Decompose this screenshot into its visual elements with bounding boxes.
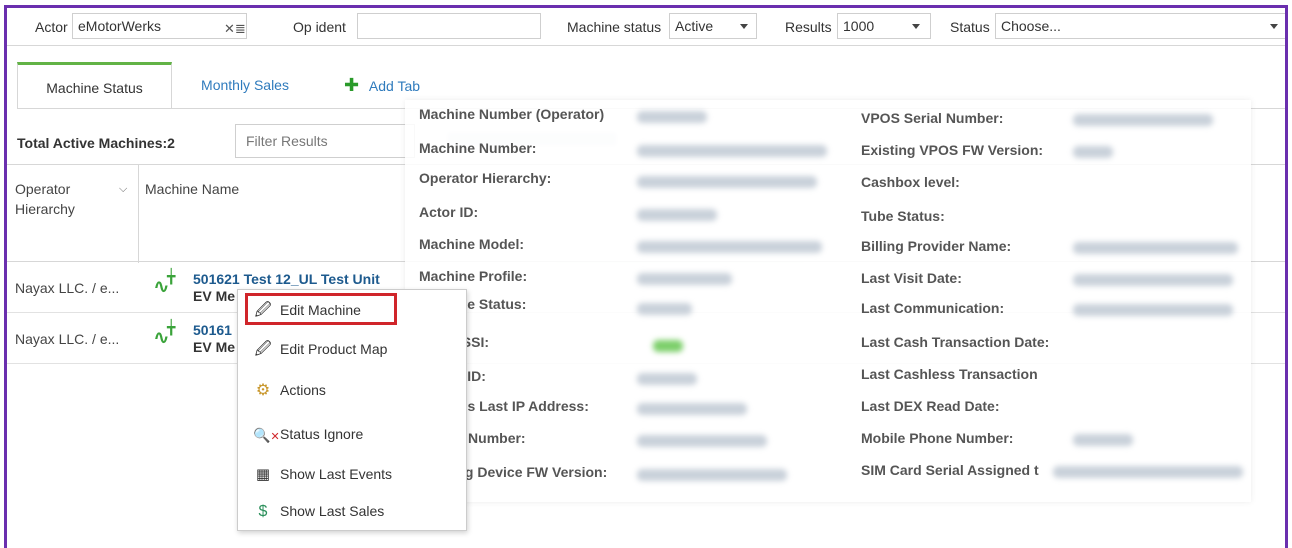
redacted-value — [637, 111, 707, 123]
info-label: Actor ID: — [419, 204, 479, 220]
app-frame: Actor eMotorWerks ✕≣ Op ident Machine st… — [4, 5, 1288, 548]
redacted-value — [1073, 274, 1233, 286]
tab-machine-status[interactable]: Machine Status — [17, 62, 172, 109]
info-label: Operator Hierarchy: — [419, 170, 552, 186]
clear-icon[interactable]: ✕≣ — [224, 17, 246, 41]
menu-item-status-ignore[interactable]: 🔍✕ Status Ignore — [238, 418, 466, 452]
rssi-signal-icon — [653, 340, 683, 352]
menu-item-show-last-sales[interactable]: $ Show Last Sales — [238, 495, 466, 529]
actor-label: Actor — [35, 19, 68, 35]
info-label: Existing VPOS FW Version: — [861, 142, 1044, 158]
redacted-value — [637, 273, 732, 285]
filter-results-input[interactable]: Filter Results — [235, 124, 415, 158]
machine-subname: EV Me — [193, 288, 236, 304]
redacted-value — [1073, 434, 1133, 446]
info-label: Machine Number (Operator) — [419, 106, 605, 122]
redacted-value — [637, 209, 717, 221]
menu-item-edit-product-map[interactable]: 🖉 Edit Product Map — [238, 333, 466, 367]
redacted-value — [637, 435, 767, 447]
info-label: Billing Provider Name: — [861, 238, 1012, 254]
money-icon: $ — [258, 503, 268, 520]
menu-item-actions[interactable]: ⚙ Actions — [238, 374, 466, 408]
redacted-value — [1073, 114, 1213, 126]
actor-field[interactable]: eMotorWerks ✕≣ — [72, 13, 247, 39]
info-label: Tube Status: — [861, 208, 945, 224]
machine-name-link[interactable]: 501621 Test 12_UL Test Unit — [193, 271, 380, 288]
machine-name-link[interactable]: 50161 — [193, 322, 232, 339]
redacted-value — [1073, 146, 1113, 158]
search-x-icon: 🔍✕ — [253, 427, 280, 443]
redacted-value — [637, 176, 817, 188]
tab-monthly-sales[interactable]: Monthly Sales — [185, 62, 305, 109]
results-label: Results — [785, 19, 832, 35]
gear-icon: ⚙ — [255, 382, 271, 399]
edit-machine-highlight — [245, 293, 397, 325]
filter-bar: Actor eMotorWerks ✕≣ Op ident Machine st… — [7, 8, 1285, 46]
info-label: Machine Profile: — [419, 268, 528, 284]
info-label: Last Cash Transaction Date: — [861, 334, 1050, 350]
plus-icon: ✚ — [343, 75, 360, 95]
context-menu: 🖉 Edit Machine 🖉 Edit Product Map ⚙ Acti… — [237, 289, 467, 531]
total-active-machines: Total Active Machines:2 — [17, 135, 175, 151]
menu-item-show-last-events[interactable]: ▦ Show Last Events — [238, 458, 466, 492]
redacted-value — [637, 469, 787, 481]
status-select[interactable]: Choose... — [995, 13, 1285, 39]
redacted-value — [1053, 466, 1243, 478]
results-select[interactable]: 1000 — [837, 13, 931, 39]
chevron-down-icon — [912, 24, 920, 29]
redacted-value — [1073, 242, 1238, 254]
redacted-value — [1073, 304, 1233, 316]
redacted-value — [637, 145, 827, 157]
info-label: Last Communication: — [861, 300, 1005, 316]
info-label: VPOS Serial Number: — [861, 110, 1004, 126]
info-label: SIM Card Serial Assigned to I — [861, 462, 1039, 478]
op-ident-input[interactable] — [357, 13, 541, 39]
redacted-value — [637, 303, 692, 315]
machine-status-select[interactable]: Active — [669, 13, 757, 39]
info-label: Last Cashless Transaction Da — [861, 366, 1039, 382]
row-hierarchy: Nayax LLC. / e... — [15, 331, 120, 347]
status-label: Status — [950, 19, 990, 35]
info-label: Mobile Phone Number: — [861, 430, 1014, 446]
info-label: Last DEX Read Date: — [861, 398, 1000, 414]
sort-chevron-icon[interactable]: ⌵ — [119, 179, 127, 199]
chevron-down-icon — [1270, 24, 1278, 29]
plug-icon: ╈ — [167, 268, 176, 284]
machine-info-popup: Machine Number (Operator) Machine Number… — [405, 100, 1251, 502]
column-divider — [138, 165, 139, 263]
edit-product-map-icon: 🖉 — [254, 341, 272, 358]
redacted-value — [637, 373, 697, 385]
machine-subname: EV Me — [193, 339, 236, 355]
info-label: Machine Number: — [419, 140, 537, 156]
redacted-value — [637, 241, 822, 253]
column-machine-name[interactable]: Machine Name — [145, 179, 239, 199]
machine-status-label: Machine status — [567, 19, 662, 35]
actor-value: eMotorWerks — [78, 18, 161, 34]
calendar-icon: ▦ — [255, 466, 271, 483]
row-hierarchy: Nayax LLC. / e... — [15, 280, 120, 296]
info-label: Last Visit Date: — [861, 270, 962, 286]
plug-icon: ╈ — [167, 319, 176, 335]
info-label: Cashbox level: — [861, 174, 960, 190]
op-ident-label: Op ident — [293, 19, 346, 35]
redacted-value — [637, 403, 747, 415]
chevron-down-icon — [740, 24, 748, 29]
column-operator-hierarchy[interactable]: Operator Hierarchy — [15, 179, 105, 219]
info-label: Machine Model: — [419, 236, 525, 252]
